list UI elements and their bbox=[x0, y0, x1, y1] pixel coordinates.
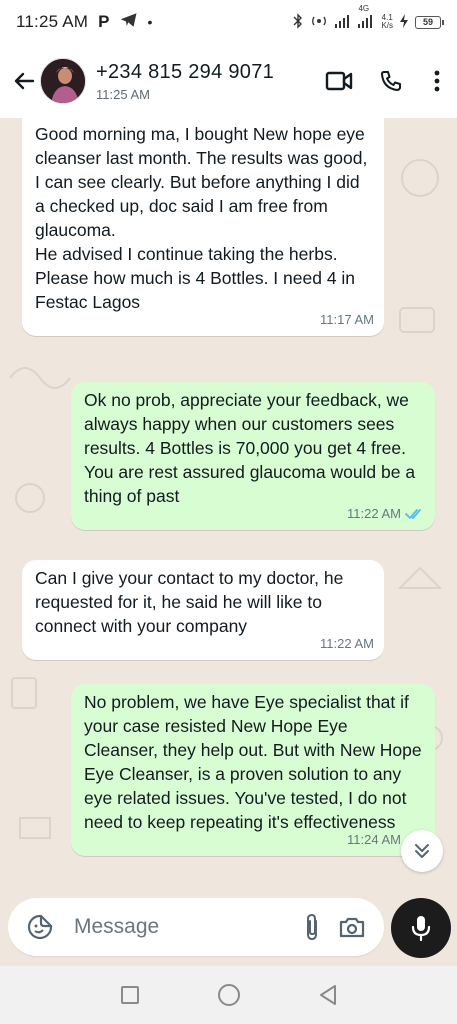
avatar-photo bbox=[41, 59, 85, 103]
message-input[interactable] bbox=[74, 915, 292, 939]
read-receipt-icon bbox=[405, 509, 421, 519]
square-icon bbox=[120, 986, 139, 1004]
message-text: No problem, we have Eye specialist that … bbox=[84, 692, 427, 832]
message-time: 11:22 AM bbox=[320, 636, 374, 651]
recents-button[interactable] bbox=[110, 975, 150, 1015]
contact-info[interactable]: +234 815 294 9071 11:25 AM bbox=[96, 61, 274, 102]
bluetooth-icon bbox=[293, 12, 303, 32]
message-time: 11:17 AM bbox=[320, 312, 374, 327]
home-button[interactable] bbox=[209, 975, 249, 1015]
chat-header: +234 815 294 9071 11:25 AM bbox=[0, 44, 457, 118]
net-speed: 4.1 K/s bbox=[381, 14, 393, 30]
message-text: Ok no prob, appreciate your feedback, we… bbox=[84, 390, 420, 506]
message-list[interactable]: Good morning ma, I bought New hope eye c… bbox=[0, 118, 457, 900]
signal-icon-1 bbox=[335, 14, 351, 31]
attach-button[interactable] bbox=[292, 907, 332, 947]
network-type-label: 4G bbox=[358, 4, 370, 13]
double-chevron-down-icon bbox=[415, 844, 429, 858]
video-call-button[interactable] bbox=[313, 57, 365, 105]
message-bubble-incoming[interactable]: Can I give your contact to my doctor, he… bbox=[22, 560, 384, 660]
paperclip-icon bbox=[307, 913, 317, 941]
arrow-left-icon bbox=[14, 72, 35, 90]
network-type: 4G bbox=[358, 4, 374, 30]
sticker-button[interactable] bbox=[20, 907, 60, 947]
avatar[interactable] bbox=[40, 58, 86, 104]
message-bubble-outgoing[interactable]: Ok no prob, appreciate your feedback, we… bbox=[71, 382, 435, 530]
message-time: 11:22 AM bbox=[347, 506, 401, 521]
status-bar: 11:25 AM P • 4G 4.1 K/s 59 bbox=[0, 0, 457, 44]
telegram-notification-icon bbox=[120, 12, 138, 33]
message-text: Can I give your contact to my doctor, he… bbox=[35, 568, 349, 636]
system-navigation-bar bbox=[0, 966, 457, 1024]
camera-button[interactable] bbox=[332, 907, 372, 947]
contact-name: +234 815 294 9071 bbox=[96, 60, 275, 83]
back-button[interactable] bbox=[8, 61, 40, 101]
message-bubble-incoming[interactable]: Good morning ma, I bought New hope eye c… bbox=[22, 118, 384, 336]
parking-notification-icon: P bbox=[98, 12, 110, 31]
last-seen: 11:25 AM bbox=[96, 86, 150, 102]
message-time: 11:24 AM bbox=[347, 832, 401, 847]
mic-icon bbox=[411, 916, 431, 942]
dot-icon: • bbox=[147, 14, 153, 30]
status-time: 11:25 AM bbox=[16, 12, 89, 31]
signal-icon-2 bbox=[358, 15, 373, 28]
triangle-back-icon bbox=[319, 985, 336, 1005]
more-vert-icon bbox=[434, 70, 440, 92]
more-options-button[interactable] bbox=[417, 57, 457, 105]
back-nav-button[interactable] bbox=[308, 975, 348, 1015]
message-bubble-outgoing[interactable]: No problem, we have Eye specialist that … bbox=[71, 684, 435, 856]
battery-indicator: 59 bbox=[415, 15, 444, 29]
net-speed-unit: K/s bbox=[381, 21, 393, 30]
phone-icon bbox=[381, 71, 401, 91]
hotspot-icon bbox=[310, 14, 328, 31]
charging-icon bbox=[400, 13, 408, 31]
voice-call-button[interactable] bbox=[365, 57, 417, 105]
message-composer bbox=[8, 898, 384, 956]
voice-message-button[interactable] bbox=[391, 898, 451, 958]
camera-icon bbox=[339, 917, 365, 938]
scroll-to-bottom-button[interactable] bbox=[401, 830, 443, 872]
sticker-icon bbox=[27, 914, 53, 940]
video-call-icon bbox=[325, 71, 353, 91]
message-text: Good morning ma, I bought New hope eye c… bbox=[35, 124, 368, 312]
circle-icon bbox=[217, 984, 240, 1006]
